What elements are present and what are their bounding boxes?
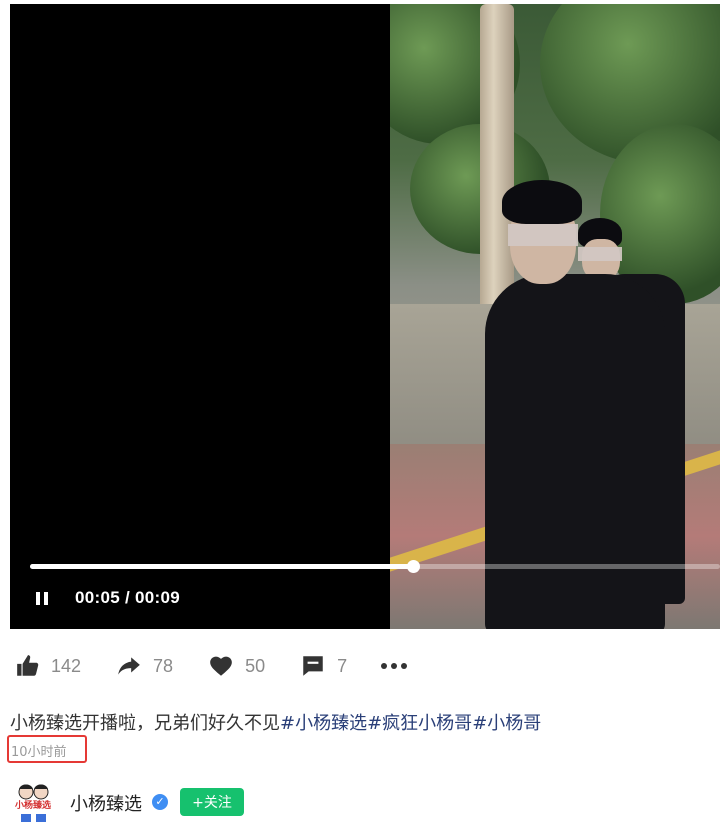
progress-fill [30,564,414,569]
heart-icon [210,656,232,676]
share-count: 78 [153,655,174,676]
follow-button[interactable]: +关注 [180,788,244,816]
tree-trunk [480,4,514,314]
face-blur [578,247,622,261]
action-bar: 142 78 50 7 [15,650,408,682]
time-display: 00:05 / 00:09 [75,588,181,607]
comment-count: 7 [337,655,348,676]
comment-bubble-icon [303,656,323,676]
video-player[interactable]: 00:05 / 00:09 [10,4,720,629]
pause-button[interactable] [34,590,52,608]
person-foreground-hair [502,180,582,224]
thumbs-up-icon [17,655,39,676]
share-button[interactable]: 78 [115,653,173,679]
video-letterbox [10,4,390,629]
favorite-count: 50 [245,655,266,676]
post-caption: 小杨臻选开播啦，兄弟们好久不见#小杨臻选#疯狂小杨哥#小杨哥 [10,709,541,735]
post-timestamp: 10小时前 [11,745,67,760]
avatar[interactable]: 小杨臻选 [10,780,56,826]
verified-badge-icon: ✓ [152,794,168,810]
person-foreground [485,274,665,629]
share-arrow-icon [118,657,140,675]
like-count: 142 [51,655,82,676]
progress-bar[interactable] [30,560,720,573]
caption-text: 小杨臻选开播啦，兄弟们好久不见 [10,713,280,734]
like-button[interactable]: 142 [15,653,81,679]
hashtag-link[interactable]: #小杨臻选 [280,713,367,734]
face-blur [508,224,578,246]
video-frame [390,4,720,629]
more-options-icon[interactable] [381,663,408,669]
comment-button[interactable]: 7 [299,653,347,679]
favorite-button[interactable]: 50 [207,653,265,679]
avatar-text: 小杨臻选 [10,800,56,812]
hashtag-link[interactable]: #疯狂小杨哥 [367,713,472,734]
hashtag-link[interactable]: #小杨哥 [472,713,541,734]
author-name[interactable]: 小杨臻选 [70,790,142,816]
